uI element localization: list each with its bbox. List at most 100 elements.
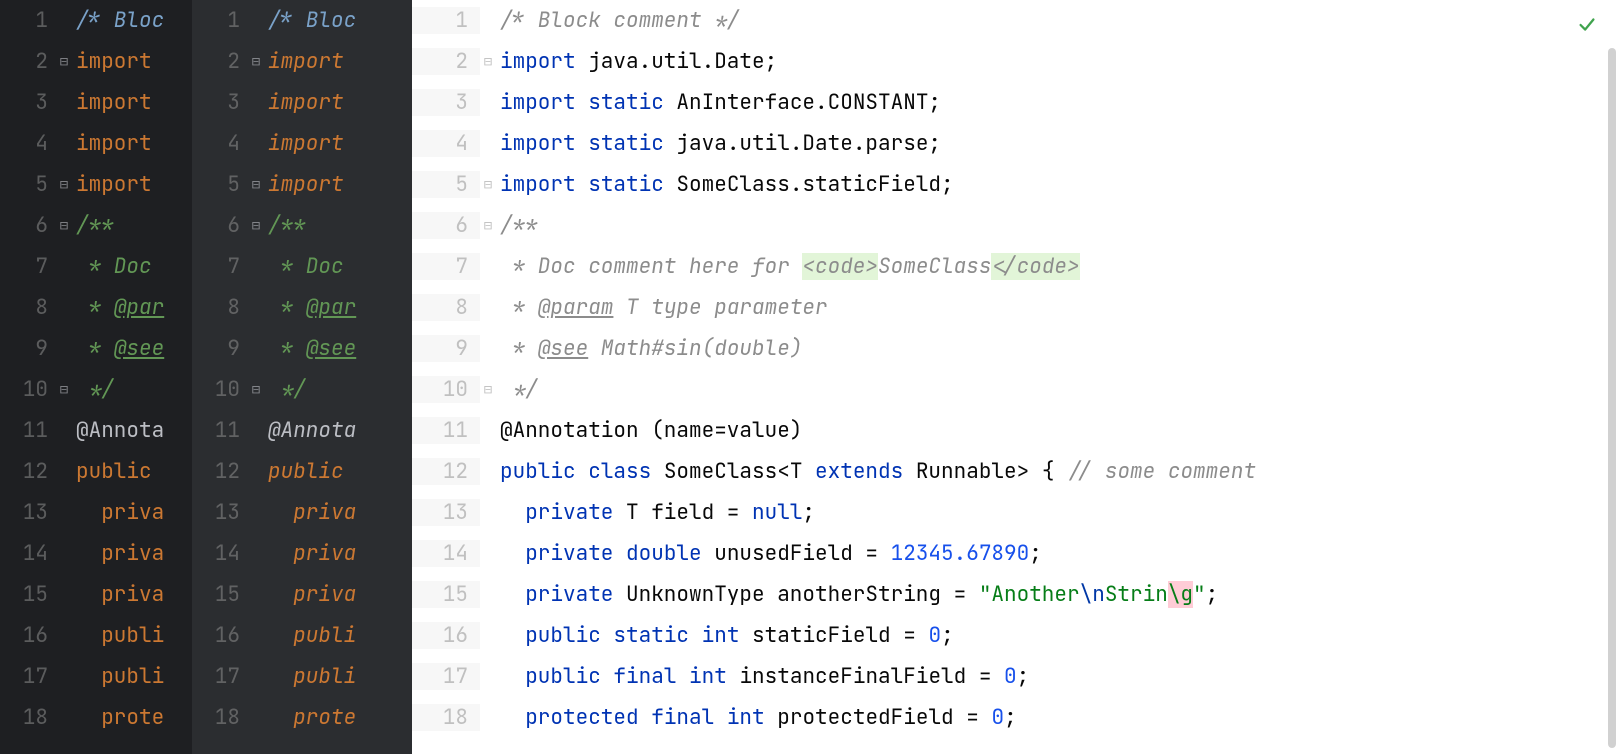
line-number: 1 [192, 7, 248, 34]
code-line[interactable]: 12public [192, 451, 412, 492]
code-text: publi [72, 622, 192, 649]
code-line[interactable]: 1/* Bloc [0, 0, 192, 41]
line-number: 17 [412, 663, 480, 690]
code-line[interactable]: 16 publi [0, 615, 192, 656]
line-number: 17 [0, 663, 56, 690]
code-line[interactable]: 9 * @see [192, 328, 412, 369]
code-text: import [72, 130, 192, 157]
code-line[interactable]: 6⊟/** [412, 205, 1620, 246]
line-number: 10 [412, 376, 480, 403]
code-line[interactable]: 2⊟import [0, 41, 192, 82]
code-line[interactable]: 15 private UnknownType anotherString = "… [412, 574, 1620, 615]
code-line[interactable]: 1/* Bloc [192, 0, 412, 41]
code-text: publi [264, 663, 412, 690]
code-text: priva [72, 540, 192, 567]
code-line[interactable]: 9 * @see Math#sin(double) [412, 328, 1620, 369]
fold-icon[interactable]: ⊟ [480, 53, 496, 71]
code-line[interactable]: 3import [0, 82, 192, 123]
line-number: 16 [192, 622, 248, 649]
code-line[interactable]: 10⊟ */ [412, 369, 1620, 410]
code-text: public [72, 458, 192, 485]
code-line[interactable]: 3import static AnInterface.CONSTANT; [412, 82, 1620, 123]
line-number: 2 [192, 48, 248, 75]
code-line[interactable]: 16 public static int staticField = 0; [412, 615, 1620, 656]
line-number: 5 [192, 171, 248, 198]
code-line[interactable]: 14 priva [192, 533, 412, 574]
code-line[interactable]: 7 * Doc [0, 246, 192, 287]
fold-icon[interactable]: ⊟ [56, 176, 72, 194]
code-line[interactable]: 7 * Doc [192, 246, 412, 287]
code-text: * @par [72, 294, 192, 321]
code-text: * @param T type parameter [496, 294, 1620, 321]
fold-icon[interactable]: ⊟ [248, 381, 264, 399]
code-text: /** [264, 212, 412, 239]
code-line[interactable]: 18 prote [192, 697, 412, 738]
line-number: 12 [412, 458, 480, 485]
code-line[interactable]: 8 * @param T type parameter [412, 287, 1620, 328]
code-text: protected final int protectedField = 0; [496, 704, 1620, 731]
code-line[interactable]: 15 priva [192, 574, 412, 615]
code-line[interactable]: 11@Annota [0, 410, 192, 451]
pane-light[interactable]: 1/* Block comment */2⊟import java.util.D… [412, 0, 1620, 754]
code-line[interactable]: 1/* Block comment */ [412, 0, 1620, 41]
line-number: 12 [0, 458, 56, 485]
code-line[interactable]: 6⊟/** [192, 205, 412, 246]
code-line[interactable]: 17 public final int instanceFinalField =… [412, 656, 1620, 697]
code-text: import [72, 171, 192, 198]
fold-icon[interactable]: ⊟ [248, 53, 264, 71]
code-line[interactable]: 9 * @see [0, 328, 192, 369]
code-text: private double unusedField = 12345.67890… [496, 540, 1620, 567]
code-line[interactable]: 11@Annota [192, 410, 412, 451]
code-line[interactable]: 8 * @par [192, 287, 412, 328]
code-text: import [72, 48, 192, 75]
code-line[interactable]: 10⊟ */ [192, 369, 412, 410]
code-line[interactable]: 17 publi [0, 656, 192, 697]
code-line[interactable]: 2⊟import [192, 41, 412, 82]
code-line[interactable]: 18 protected final int protectedField = … [412, 697, 1620, 738]
line-number: 12 [192, 458, 248, 485]
fold-icon[interactable]: ⊟ [248, 217, 264, 235]
code-text: * @par [264, 294, 412, 321]
code-line[interactable]: 7 * Doc comment here for <code>SomeClass… [412, 246, 1620, 287]
code-line[interactable]: 18 prote [0, 697, 192, 738]
code-line[interactable]: 14 private double unusedField = 12345.67… [412, 533, 1620, 574]
code-line[interactable]: 4 import static java.util.Date.parse; [412, 123, 1620, 164]
code-line[interactable]: 12public class SomeClass<T extends Runna… [412, 451, 1620, 492]
fold-icon[interactable]: ⊟ [480, 381, 496, 399]
code-line[interactable]: 4import [192, 123, 412, 164]
code-line[interactable]: 11@Annotation (name=value) [412, 410, 1620, 451]
code-line[interactable]: 5⊟import [0, 164, 192, 205]
line-number: 4 [412, 130, 480, 157]
code-line[interactable]: 5⊟import static SomeClass.staticField; [412, 164, 1620, 205]
fold-icon[interactable]: ⊟ [56, 381, 72, 399]
scrollbar[interactable] [1608, 48, 1616, 748]
code-line[interactable]: 5⊟import [192, 164, 412, 205]
fold-icon[interactable]: ⊟ [56, 53, 72, 71]
code-text: import static AnInterface.CONSTANT; [496, 89, 1620, 116]
code-text: priva [72, 581, 192, 608]
code-line[interactable]: 13 priva [0, 492, 192, 533]
code-line[interactable]: 17 publi [192, 656, 412, 697]
code-text: import static java.util.Date.parse; [496, 130, 1620, 157]
code-line[interactable]: 12 public [0, 451, 192, 492]
fold-icon[interactable]: ⊟ [248, 176, 264, 194]
fold-icon[interactable]: ⊟ [480, 176, 496, 194]
line-number: 13 [412, 499, 480, 526]
code-line[interactable]: 2⊟import java.util.Date; [412, 41, 1620, 82]
code-line[interactable]: 13 private T field = null; [412, 492, 1620, 533]
code-text: @Annotation (name=value) [496, 417, 1620, 444]
code-line[interactable]: 15 priva [0, 574, 192, 615]
code-line[interactable]: 14 priva [0, 533, 192, 574]
line-number: 11 [192, 417, 248, 444]
code-line[interactable]: 16 publi [192, 615, 412, 656]
code-text: import [264, 130, 412, 157]
fold-icon[interactable]: ⊟ [56, 217, 72, 235]
code-line[interactable]: 13 priva [192, 492, 412, 533]
fold-icon[interactable]: ⊟ [480, 217, 496, 235]
code-line[interactable]: 3import [192, 82, 412, 123]
code-line[interactable]: 6⊟/** [0, 205, 192, 246]
code-line[interactable]: 4import [0, 123, 192, 164]
code-text: /** [496, 212, 1620, 239]
code-line[interactable]: 8 * @par [0, 287, 192, 328]
code-line[interactable]: 10⊟ */ [0, 369, 192, 410]
